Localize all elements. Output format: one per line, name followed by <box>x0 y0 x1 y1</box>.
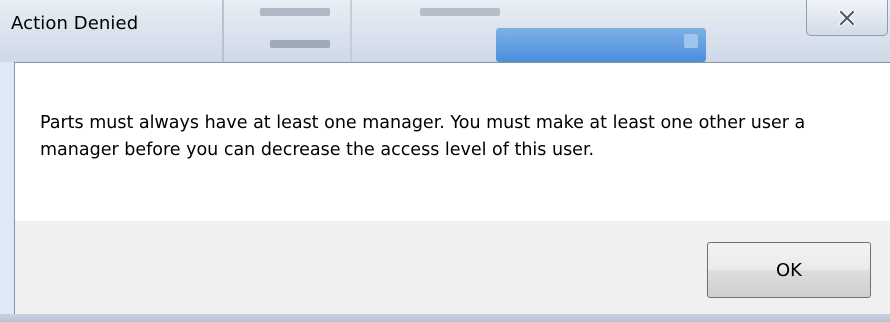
close-button[interactable] <box>806 0 888 36</box>
background-blur <box>684 34 698 48</box>
background-divider <box>222 0 224 62</box>
ok-button[interactable]: OK <box>707 242 871 298</box>
background-blur <box>420 8 500 16</box>
background-blur <box>260 8 330 16</box>
title-bar[interactable]: Action Denied <box>0 0 890 62</box>
message-area: Parts must always have at least one mana… <box>15 63 890 221</box>
dialog-body: Parts must always have at least one mana… <box>14 62 890 315</box>
dialog-title: Action Denied <box>11 13 139 34</box>
button-bar: OK <box>15 221 890 315</box>
dialog-message: Parts must always have at least one mana… <box>40 113 806 160</box>
background-blur <box>270 40 330 48</box>
dialog-window: Action Denied Parts must always have at … <box>0 0 890 322</box>
window-bottom-border <box>0 314 890 322</box>
close-icon <box>839 10 855 25</box>
background-divider <box>350 0 352 62</box>
background-blur <box>496 28 706 62</box>
